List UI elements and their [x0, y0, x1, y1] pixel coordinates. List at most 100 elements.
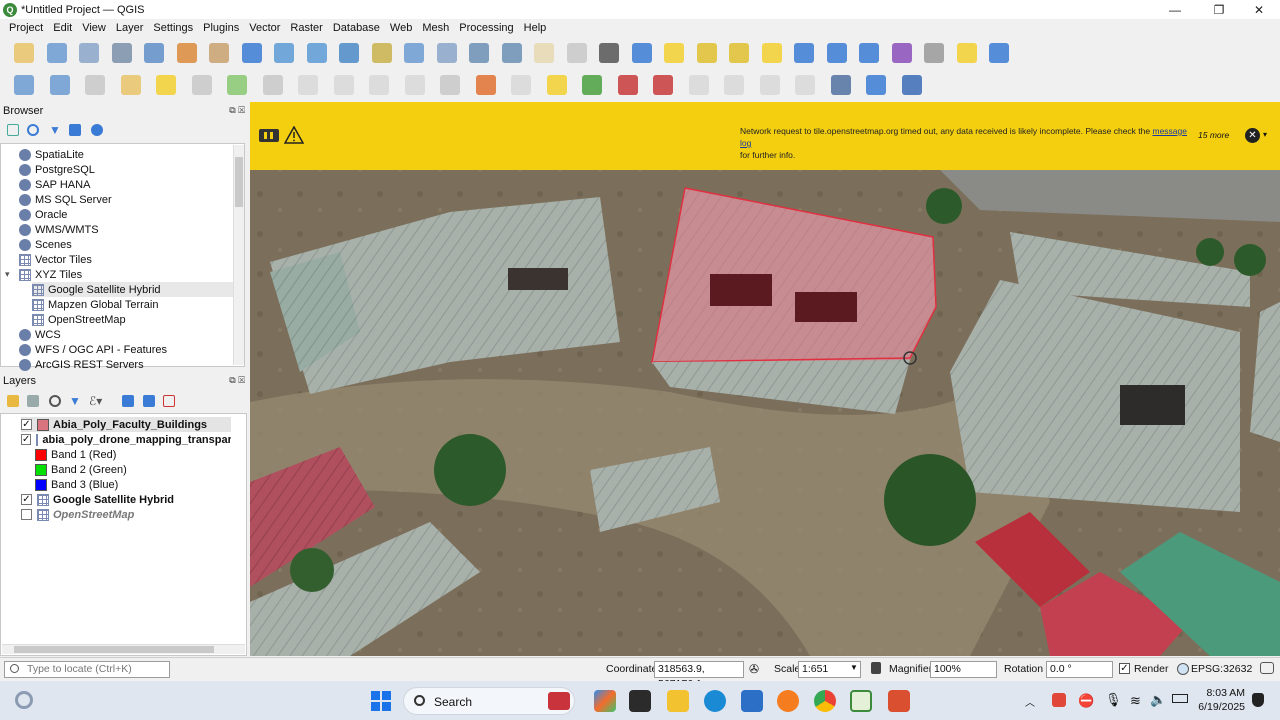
- remove-layer-icon[interactable]: [163, 395, 175, 407]
- label-tool-icon[interactable]: [617, 75, 638, 95]
- vertex-tool-icon[interactable]: [262, 75, 283, 95]
- menu-raster[interactable]: Raster: [285, 22, 327, 34]
- layer-visibility-checkbox[interactable]: [21, 509, 32, 520]
- file-explorer-icon[interactable]: [667, 690, 689, 712]
- browser-scrollbar[interactable]: [233, 145, 244, 365]
- tray-sync-icon[interactable]: ⛔: [1078, 693, 1094, 709]
- browser-item-ms-sql-server[interactable]: MS SQL Server: [19, 192, 233, 207]
- menu-view[interactable]: View: [77, 22, 111, 34]
- task-view-icon[interactable]: [629, 690, 651, 712]
- rotation-field[interactable]: 0.0 °: [1046, 661, 1113, 678]
- expand-arrow-icon[interactable]: ▾: [5, 269, 10, 280]
- map-canvas[interactable]: [250, 102, 1280, 656]
- layer-item-google-satellite-hybrid[interactable]: ▾✓Google Satellite Hybrid: [21, 492, 231, 507]
- browser-item-google-satellite-hybrid[interactable]: Google Satellite Hybrid: [32, 282, 233, 297]
- menu-edit[interactable]: Edit: [48, 22, 77, 34]
- browser-item-wfs-ogc-api-features[interactable]: WFS / OGC API - Features: [19, 342, 233, 357]
- layer-item-band-3-blue-[interactable]: Band 3 (Blue): [35, 477, 231, 492]
- add-group-icon[interactable]: [27, 395, 39, 407]
- plugin-icon[interactable]: [830, 75, 851, 95]
- pause-icon[interactable]: [259, 129, 279, 142]
- widgets-icon[interactable]: [15, 691, 33, 709]
- zoom-full-icon[interactable]: [339, 43, 359, 63]
- refresh-browser-icon[interactable]: [27, 124, 39, 136]
- zoom-to-selection-icon[interactable]: [371, 43, 392, 63]
- browser-item-openstreetmap[interactable]: OpenStreetMap: [32, 312, 233, 327]
- recorder-icon[interactable]: [888, 690, 910, 712]
- menu-mesh[interactable]: Mesh: [417, 22, 454, 34]
- collapse-all-layers-icon[interactable]: [143, 395, 155, 407]
- select-by-location-icon[interactable]: [761, 43, 782, 63]
- browser-item-vector-tiles[interactable]: Vector Tiles: [19, 252, 233, 267]
- volume-icon[interactable]: 🔈: [1150, 692, 1166, 708]
- taskbar-search-box[interactable]: Search: [403, 687, 575, 715]
- properties-icon[interactable]: [91, 124, 103, 136]
- magnifier-field[interactable]: 100%: [930, 661, 997, 678]
- close-window-button[interactable]: ✕: [1239, 0, 1279, 20]
- show-labels-icon[interactable]: [688, 75, 709, 95]
- help-icon[interactable]: [901, 75, 922, 95]
- field-calculator-icon[interactable]: [859, 43, 879, 63]
- new-project-icon[interactable]: [14, 43, 34, 63]
- browser-item-sap-hana[interactable]: SAP HANA: [19, 177, 233, 192]
- minimize-button[interactable]: —: [1155, 0, 1195, 20]
- current-edits-icon[interactable]: [120, 75, 141, 95]
- open-project-icon[interactable]: [46, 43, 67, 63]
- layer-visibility-checkbox[interactable]: ✓: [21, 494, 32, 505]
- add-layer-icon[interactable]: [49, 75, 70, 95]
- python-console-icon[interactable]: [866, 75, 886, 95]
- identify-icon[interactable]: [794, 43, 814, 63]
- browser-item-spatialite[interactable]: SpatiaLite: [19, 147, 233, 162]
- layers-horizontal-scrollbar[interactable]: [2, 644, 245, 654]
- move-label-icon[interactable]: [724, 75, 744, 95]
- scale-dropdown-icon[interactable]: ▼: [850, 663, 858, 672]
- menu-plugins[interactable]: Plugins: [198, 22, 244, 34]
- cut-features-icon[interactable]: [369, 75, 389, 95]
- add-selected-icon[interactable]: [7, 124, 19, 136]
- menu-vector[interactable]: Vector: [244, 22, 285, 34]
- edge-icon[interactable]: [704, 690, 726, 712]
- layer-item-band-2-green-[interactable]: Band 2 (Green): [35, 462, 231, 477]
- more-messages-link[interactable]: 15 more: [1198, 130, 1229, 140]
- browser-item-xyz-tiles[interactable]: ▾ XYZ Tiles: [5, 267, 233, 282]
- lock-scale-icon[interactable]: [871, 662, 881, 674]
- measure-icon[interactable]: [924, 43, 944, 63]
- browser-item-scenes[interactable]: Scenes: [19, 237, 233, 252]
- copy-features-icon[interactable]: [404, 75, 425, 95]
- close-message-icon[interactable]: ✕: [1245, 128, 1260, 143]
- pan-icon[interactable]: [209, 43, 229, 63]
- new-map-view-icon[interactable]: [534, 43, 554, 63]
- tray-app-icon[interactable]: [1052, 693, 1066, 707]
- map-tips-icon[interactable]: [956, 43, 977, 63]
- render-checkbox[interactable]: ✓: [1119, 663, 1130, 674]
- modify-attributes-icon[interactable]: [298, 75, 318, 95]
- layers-panel-controls[interactable]: ⧉ ☒: [229, 375, 245, 386]
- layer-item-openstreetmap[interactable]: OpenStreetMap: [21, 507, 231, 522]
- menu-layer[interactable]: Layer: [111, 22, 149, 34]
- undo-icon[interactable]: [475, 75, 496, 95]
- browser-item-arcgis-rest-servers[interactable]: ArcGIS REST Servers: [19, 357, 233, 372]
- menu-settings[interactable]: Settings: [148, 22, 198, 34]
- menu-web[interactable]: Web: [385, 22, 417, 34]
- deselect-icon[interactable]: [729, 43, 749, 63]
- expand-all-icon[interactable]: [122, 395, 134, 407]
- message-menu-icon[interactable]: ▾: [1263, 130, 1267, 139]
- open-styling-icon[interactable]: [7, 395, 19, 407]
- zoom-in-icon[interactable]: [274, 43, 294, 63]
- locate-icon[interactable]: [989, 43, 1009, 63]
- zoom-last-icon[interactable]: [469, 43, 489, 63]
- layer-item-abia-poly-drone-mapping-transparent-mosaic[interactable]: ▾✓abia_poly_drone_mapping_transparent_mo…: [21, 432, 231, 447]
- crs-globe-icon[interactable]: [1177, 663, 1189, 675]
- add-feature-icon[interactable]: [227, 75, 247, 95]
- qgis-taskbar-icon[interactable]: [850, 690, 872, 712]
- browser-item-postgresql[interactable]: PostgreSQL: [19, 162, 233, 177]
- clock-time[interactable]: 8:03 AM: [1203, 687, 1245, 699]
- pin-labels-icon[interactable]: [653, 75, 673, 95]
- label-icon[interactable]: [546, 75, 567, 95]
- select-features-icon[interactable]: [664, 43, 684, 63]
- layer-item-band-1-red-[interactable]: Band 1 (Red): [35, 447, 231, 462]
- copilot-icon[interactable]: [594, 690, 616, 712]
- toggle-editing-icon[interactable]: [156, 75, 176, 95]
- clock-date[interactable]: 6/19/2025: [1195, 701, 1245, 713]
- redo-icon[interactable]: [511, 75, 531, 95]
